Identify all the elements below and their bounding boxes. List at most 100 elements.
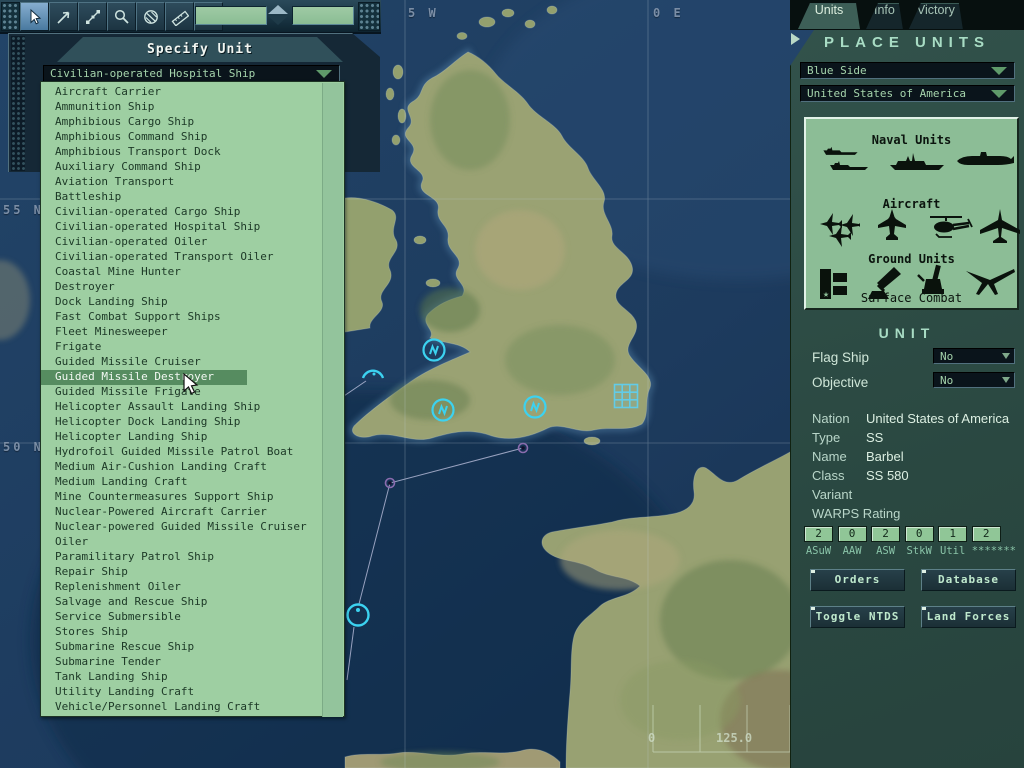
sidebar-button[interactable]: Land Forces xyxy=(921,606,1016,628)
ship-type-option[interactable]: Frigate xyxy=(41,340,344,355)
ship-type-option[interactable]: Fast Combat Support Ships xyxy=(41,310,344,325)
ship-type-option[interactable]: Vehicle/Personnel Landing Craft xyxy=(41,700,344,715)
sidebar-button[interactable]: Database xyxy=(921,569,1016,591)
ship-type-option[interactable]: Mine Countermeasures Support Ship xyxy=(41,490,344,505)
ship-type-option[interactable]: Battleship xyxy=(41,190,344,205)
side-value: Blue Side xyxy=(807,64,867,77)
ship-type-option[interactable]: Aviation Transport xyxy=(41,175,344,190)
ship-type-option[interactable]: Guided Missile Destroyer xyxy=(41,370,247,385)
sidebar-tabs: Units Info Victory xyxy=(798,3,963,29)
aircraft-group-icon[interactable] xyxy=(814,211,860,247)
flagship-combobox[interactable]: No xyxy=(933,348,1015,364)
select-tool-button[interactable] xyxy=(20,2,49,31)
ship-type-option[interactable]: Hydrofoil Guided Missile Patrol Boat xyxy=(41,445,344,460)
ship-type-option[interactable]: Submarine Rescue Ship xyxy=(41,640,344,655)
ship-type-option[interactable]: Coastal Mine Hunter xyxy=(41,265,344,280)
warps-cell: 0 AAW xyxy=(838,526,867,557)
ship-type-option[interactable]: Service Submersible xyxy=(41,610,344,625)
ship-type-option[interactable]: Utility Landing Craft xyxy=(41,685,344,700)
ship-type-option[interactable]: Replenishment Oiler xyxy=(41,580,344,595)
ship-type-option[interactable]: Auxiliary Command Ship xyxy=(41,160,344,175)
ship-type-option[interactable]: Fleet Minesweeper xyxy=(41,325,344,340)
ship-type-option[interactable]: Helicopter Dock Landing Ship xyxy=(41,415,344,430)
transport-aircraft-icon[interactable] xyxy=(978,207,1022,245)
toolbar-grip[interactable] xyxy=(358,2,380,31)
warps-label: StkW xyxy=(905,545,934,557)
installation-symbol[interactable] xyxy=(615,385,638,408)
warps-value-box[interactable]: 0 xyxy=(905,526,934,542)
field-spinner[interactable] xyxy=(268,5,288,25)
ruler-tool-button[interactable] xyxy=(165,2,194,31)
ship-type-option[interactable]: Amphibious Command Ship xyxy=(41,130,344,145)
ship-type-option[interactable]: Tank Landing Ship xyxy=(41,670,344,685)
ship-type-option[interactable]: Civilian-operated Oiler xyxy=(41,235,344,250)
ship-type-option[interactable]: Guided Missile Cruiser xyxy=(41,355,344,370)
longitude-label: 5 W xyxy=(408,6,439,20)
mouse-cursor xyxy=(181,372,203,396)
ship-type-option[interactable]: Civilian-operated Hospital Ship xyxy=(41,220,344,235)
info-value: United States of America xyxy=(866,411,1009,430)
ship-type-option[interactable]: Stores Ship xyxy=(41,625,344,640)
ship-type-option[interactable]: Helicopter Assault Landing Ship xyxy=(41,400,344,415)
sidebar-tab[interactable]: Victory xyxy=(909,3,963,29)
warps-value-box[interactable]: 0 xyxy=(838,526,867,542)
ship-type-option[interactable]: Submarine Tender xyxy=(41,655,344,670)
ship-type-option[interactable]: Amphibious Transport Dock xyxy=(41,145,344,160)
area-tool-button[interactable] xyxy=(136,2,165,31)
info-label: Name xyxy=(812,449,866,468)
coordinate-field-1[interactable] xyxy=(195,6,267,25)
ship-type-option[interactable]: Helicopter Landing Ship xyxy=(41,430,344,445)
hatched-area-icon xyxy=(142,8,160,26)
unit-info-row: Class SS 580 xyxy=(812,468,1018,487)
measure-tool-button[interactable] xyxy=(78,2,107,31)
sidebar-tab[interactable]: Info xyxy=(866,3,903,29)
surface-ship-icon[interactable] xyxy=(886,147,948,175)
helicopter-icon[interactable] xyxy=(924,213,974,241)
longitude-label: 0 E xyxy=(653,6,684,20)
warps-value-box[interactable]: 2 xyxy=(871,526,900,542)
warps-value-box[interactable]: 2 xyxy=(972,526,1001,542)
ship-type-combobox[interactable]: Civilian-operated Hospital Ship xyxy=(43,65,340,82)
sidebar-button[interactable]: Orders xyxy=(810,569,905,591)
ship-type-option[interactable]: Nuclear-powered Guided Missile Cruiser xyxy=(41,520,344,535)
warps-label: AAW xyxy=(838,545,867,557)
nation-combobox[interactable]: United States of America xyxy=(800,85,1015,102)
side-combobox[interactable]: Blue Side xyxy=(800,62,1015,79)
info-label: Variant xyxy=(812,487,866,506)
sidebar-button[interactable]: Toggle NTDS xyxy=(810,606,905,628)
cursor-icon xyxy=(26,8,44,26)
ship-type-option[interactable]: Ammunition Ship xyxy=(41,100,344,115)
dialog-title: Specify Unit xyxy=(57,37,343,62)
unit-info-row: Type SS xyxy=(812,430,1018,449)
scale-end-label: 125.0 xyxy=(716,731,752,745)
surface-combat-label: Surface Combat xyxy=(806,291,1017,305)
line-tool-button[interactable] xyxy=(49,2,78,31)
ship-type-option[interactable]: Oiler xyxy=(41,535,344,550)
warps-label: ASW xyxy=(871,545,900,557)
naval-units-label: Naval Units xyxy=(806,133,1017,147)
ship-type-option[interactable]: Dock Landing Ship xyxy=(41,295,344,310)
ship-type-option[interactable]: Amphibious Cargo Ship xyxy=(41,115,344,130)
warps-value-box[interactable]: 1 xyxy=(938,526,967,542)
ship-type-option[interactable]: Medium Landing Craft xyxy=(41,475,344,490)
submarine-icon[interactable] xyxy=(954,151,1016,171)
sidebar-tab[interactable]: Units xyxy=(798,3,860,29)
carrier-group-icon[interactable] xyxy=(814,147,874,175)
ship-type-option[interactable]: Salvage and Rescue Ship xyxy=(41,595,344,610)
objective-combobox[interactable]: No xyxy=(933,372,1015,388)
ship-type-option[interactable]: Paramilitary Patrol Ship xyxy=(41,550,344,565)
toolbar-grip[interactable] xyxy=(1,2,20,31)
ship-type-option[interactable]: Aircraft Carrier xyxy=(41,85,344,100)
ship-type-option[interactable]: Medium Air-Cushion Landing Craft xyxy=(41,460,344,475)
ship-type-option[interactable]: Destroyer xyxy=(41,280,344,295)
zoom-tool-button[interactable] xyxy=(107,2,136,31)
ship-type-option[interactable]: Civilian-operated Cargo Ship xyxy=(41,205,344,220)
coordinate-field-2[interactable] xyxy=(292,6,354,25)
ship-type-option[interactable]: Nuclear-Powered Aircraft Carrier xyxy=(41,505,344,520)
chevron-down-icon xyxy=(316,70,332,78)
ship-type-option[interactable]: Civilian-operated Transport Oiler xyxy=(41,250,344,265)
dropdown-scrollbar[interactable] xyxy=(322,83,343,717)
ship-type-option[interactable]: Repair Ship xyxy=(41,565,344,580)
warps-value-box[interactable]: 2 xyxy=(804,526,833,542)
fighter-icon[interactable] xyxy=(872,207,912,243)
